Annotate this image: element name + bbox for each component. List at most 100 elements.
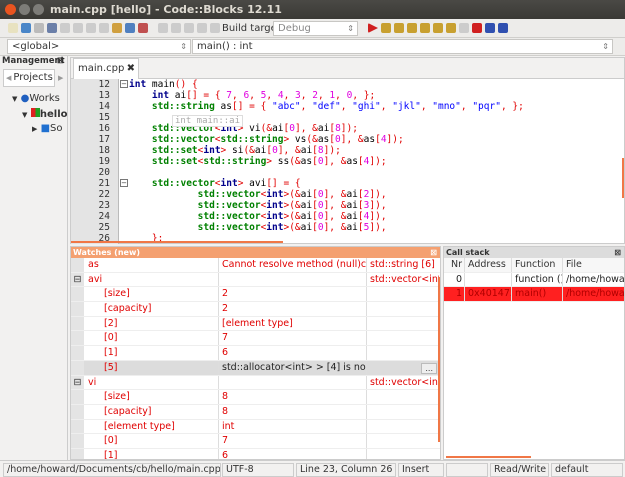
watch-name[interactable]: [2] (84, 316, 219, 331)
undo-icon[interactable] (60, 23, 70, 33)
build-target-select[interactable]: Debug ⇕ (273, 21, 358, 36)
watch-name[interactable]: [5] (84, 360, 219, 375)
tree-project-hello[interactable]: ▼ hello (22, 108, 68, 120)
tab-projects[interactable]: ◀ Projects (3, 69, 55, 87)
save-all-icon[interactable] (47, 23, 57, 33)
call-stack-row[interactable]: 1 0x401475 main()/home/howar (444, 287, 625, 303)
close-icon[interactable]: ⊠ (57, 56, 64, 67)
run-to-cursor-icon[interactable] (381, 23, 391, 33)
watch-row[interactable]: [size] 2 (71, 287, 440, 303)
watch-value[interactable] (219, 272, 367, 287)
watch-row[interactable]: [0] 7 (71, 434, 440, 449)
pause-icon[interactable] (459, 23, 469, 33)
tree-workspace[interactable]: ▼ ●Works (12, 93, 60, 104)
watch-row[interactable]: [5] std::allocator<int> > [4] is not... (71, 360, 440, 376)
watch-row[interactable]: [0] 7 (71, 331, 440, 347)
close-icon[interactable]: ⊠ (614, 247, 621, 258)
step-out-icon[interactable] (433, 23, 443, 33)
find-icon[interactable] (125, 23, 135, 33)
tab-right-arrow-icon[interactable]: ▶ (58, 74, 63, 82)
debug-windows-icon[interactable] (485, 23, 495, 33)
fold-icon[interactable]: − (120, 179, 128, 187)
watch-name[interactable]: avi (84, 272, 219, 287)
watch-value[interactable] (219, 375, 367, 390)
watch-row[interactable]: ⊟ avi std::vector<int, (71, 272, 440, 288)
watch-row[interactable]: [2] [element type] (71, 316, 440, 332)
watch-name[interactable]: [capacity] (84, 404, 219, 419)
copy-icon[interactable] (99, 23, 109, 33)
step-instruction-icon[interactable] (446, 23, 456, 33)
watch-value[interactable]: std::allocator<int> > [4] is not (219, 360, 367, 375)
vertical-scrollbar[interactable] (622, 158, 624, 198)
watch-row[interactable]: [element type] int (71, 419, 440, 435)
horizontal-scrollbar[interactable] (71, 241, 283, 243)
info-icon[interactable] (498, 23, 508, 33)
expand-icon[interactable]: ▼ (12, 95, 17, 103)
watch-name[interactable]: [element type] (84, 419, 219, 434)
collapse-icon[interactable]: ⊟ (74, 274, 82, 285)
watch-row[interactable]: ⊟ vi std::vector<int, (71, 375, 440, 391)
minimize-button[interactable] (19, 4, 30, 15)
cut-icon[interactable] (86, 23, 96, 33)
watch-name[interactable]: [1] (84, 346, 219, 360)
run-icon[interactable] (171, 23, 181, 33)
close-icon[interactable]: ⊠ (430, 247, 437, 258)
watch-row[interactable]: [capacity] 2 (71, 302, 440, 317)
scope-select[interactable]: <global> ⇕ (7, 39, 191, 54)
watch-value[interactable]: 8 (219, 390, 367, 404)
watch-name[interactable]: as (84, 258, 219, 272)
col-address[interactable]: Address (465, 258, 512, 272)
stop-debugger-icon[interactable] (472, 23, 482, 33)
watch-value[interactable]: 2 (219, 287, 367, 302)
col-nr[interactable]: Nr (444, 258, 465, 272)
watch-value[interactable]: Cannot resolve method (null)c_str (219, 258, 367, 272)
col-function[interactable]: Function (512, 258, 563, 272)
watches-scrollbar[interactable] (438, 277, 440, 442)
build-icon[interactable] (158, 23, 168, 33)
build-run-icon[interactable] (184, 23, 194, 33)
watch-row[interactable]: [1] 6 (71, 346, 440, 361)
debug-continue-icon[interactable] (368, 23, 378, 33)
tree-sources[interactable]: ▶ ■So (32, 123, 63, 134)
function-select[interactable]: main() : int ⇕ (192, 39, 613, 54)
watch-value[interactable]: 7 (219, 331, 367, 346)
watch-value[interactable]: int (219, 419, 367, 434)
save-icon[interactable] (34, 23, 44, 33)
open-icon[interactable] (21, 23, 31, 33)
watch-row[interactable]: [size] 8 (71, 390, 440, 405)
code-area[interactable]: int main() { int ai[] = { 7, 6, 5, 4, 3,… (129, 79, 524, 244)
col-file[interactable]: File (563, 258, 625, 272)
watch-value[interactable]: 7 (219, 434, 367, 448)
close-tab-icon[interactable]: ✖ (127, 59, 135, 79)
watch-name[interactable]: [capacity] (84, 302, 219, 316)
new-file-icon[interactable] (8, 23, 18, 33)
next-line-icon[interactable] (394, 23, 404, 33)
watch-row[interactable]: asCannot resolve method (null)c_strstd::… (71, 258, 440, 273)
watch-value[interactable]: 2 (219, 302, 367, 316)
step-into-icon[interactable] (420, 23, 430, 33)
fold-margin[interactable]: − − (118, 79, 128, 244)
watch-value[interactable]: 8 (219, 404, 367, 419)
replace-icon[interactable] (138, 23, 148, 33)
collapse-icon[interactable]: ▶ (32, 125, 37, 133)
abort-icon[interactable] (210, 23, 220, 33)
expand-icon[interactable]: ▼ (22, 111, 27, 119)
close-window-button[interactable] (5, 4, 16, 15)
watch-name[interactable]: vi (84, 375, 219, 390)
paste-icon[interactable] (112, 23, 122, 33)
watch-row[interactable]: [capacity] 8 (71, 404, 440, 420)
maximize-button[interactable] (33, 4, 44, 15)
watch-name[interactable]: [size] (84, 390, 219, 404)
fold-icon[interactable]: − (120, 80, 128, 88)
watch-value[interactable]: 6 (219, 346, 367, 360)
tab-left-arrow-icon[interactable]: ◀ (6, 74, 11, 82)
next-instruction-icon[interactable] (407, 23, 417, 33)
watch-value[interactable]: [element type] (219, 316, 367, 331)
watch-name[interactable]: [1] (84, 448, 219, 459)
call-stack-row[interactable]: 0 function ()/home/howar (444, 272, 625, 288)
rebuild-icon[interactable] (197, 23, 207, 33)
collapse-icon[interactable]: ⊟ (74, 377, 82, 388)
watch-value[interactable]: 6 (219, 448, 367, 459)
watch-name[interactable]: [size] (84, 287, 219, 302)
watch-name[interactable]: [0] (84, 331, 219, 346)
